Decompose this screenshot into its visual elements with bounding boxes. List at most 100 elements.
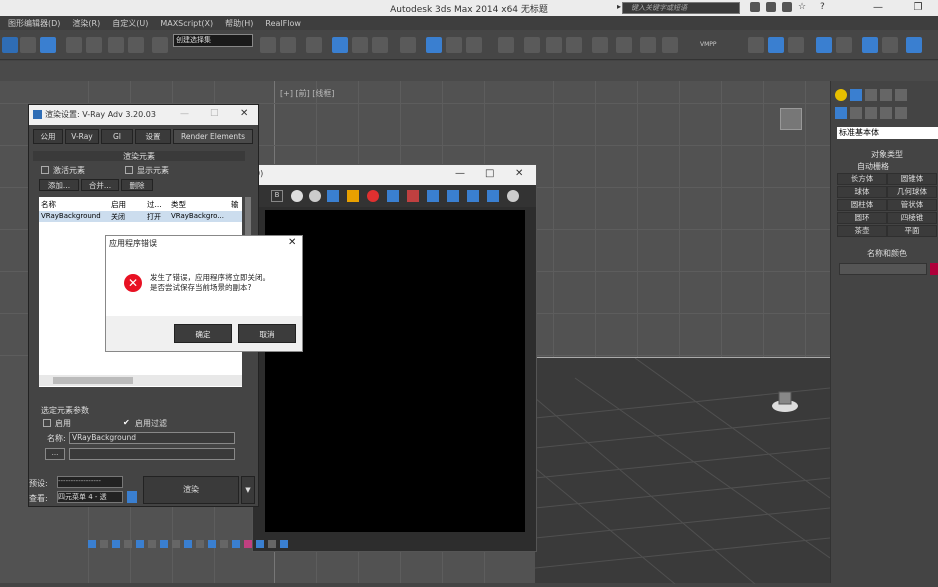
frame-close-button[interactable]: ✕ (515, 168, 523, 179)
curve-editor-icon[interactable] (332, 37, 348, 53)
render-setup-minimize[interactable]: — (180, 109, 189, 119)
tool-8-icon[interactable] (906, 37, 922, 53)
render-elements-header[interactable]: 渲染元素 (33, 151, 245, 161)
render-button[interactable]: 渲染 (143, 476, 239, 504)
viewport-label[interactable]: [+] [前] [线框] (280, 88, 335, 99)
mirror-icon[interactable] (260, 37, 276, 53)
create-tab-icon[interactable] (850, 89, 862, 101)
render-setup-close[interactable]: ✕ (240, 108, 248, 119)
tool-6-icon[interactable] (862, 37, 878, 53)
scroll-thumb[interactable] (53, 377, 133, 384)
motion-tab-icon[interactable] (895, 89, 907, 101)
star-icon[interactable]: ☆ (798, 2, 808, 12)
schematic-icon[interactable] (352, 37, 368, 53)
tube-button[interactable]: 管状体 (887, 199, 937, 211)
tab-gi[interactable]: GI (101, 129, 133, 144)
open-image-icon[interactable] (347, 190, 359, 202)
merge-element-button[interactable]: 合并... (81, 179, 119, 191)
object-category-dropdown[interactable]: 标准基本体 (837, 127, 938, 139)
stop-icon[interactable] (367, 190, 379, 202)
vray-fur-icon[interactable] (592, 37, 608, 53)
vray-sun-icon[interactable] (546, 37, 562, 53)
helpers-icon[interactable] (895, 107, 907, 119)
cancel-button[interactable]: 取消 (238, 324, 296, 343)
modify-tab-icon[interactable] (865, 89, 877, 101)
box-button[interactable]: 长方体 (837, 173, 887, 185)
add-element-button[interactable]: 添加... (39, 179, 79, 191)
name-color-header[interactable]: 名称和颜色 (837, 248, 937, 260)
vmpp-button[interactable]: VMPP (700, 41, 717, 48)
spinner-snap-icon[interactable] (128, 37, 144, 53)
b-channel-icon[interactable]: B (271, 190, 283, 202)
align-icon[interactable] (280, 37, 296, 53)
render-dropdown-arrow[interactable]: ▼ (241, 476, 255, 504)
frame-maximize-button[interactable]: □ (485, 168, 494, 179)
shapes-icon[interactable] (850, 107, 862, 119)
render-setup-maximize[interactable]: □ (210, 108, 219, 118)
plane-button[interactable]: 平面 (887, 225, 937, 237)
output-path-field[interactable] (69, 448, 235, 460)
tab-render-elements[interactable]: Render Elements (173, 129, 253, 144)
menu-realflow[interactable]: RealFlow (265, 19, 301, 28)
region-icon[interactable] (387, 190, 399, 202)
enable-filter-checkbox[interactable]: ✔ (123, 418, 132, 427)
tool-5-icon[interactable] (836, 37, 852, 53)
vray-icon[interactable] (498, 37, 514, 53)
element-name-field[interactable]: VRayBackground (69, 432, 235, 444)
geometry-icon[interactable] (835, 107, 847, 119)
hierarchy-tab-icon[interactable] (880, 89, 892, 101)
help-icon[interactable]: ? (820, 2, 830, 12)
move-icon[interactable] (20, 37, 36, 53)
pyramid-button[interactable]: 四棱锥 (887, 212, 937, 224)
cylinder-button[interactable]: 圆柱体 (837, 199, 887, 211)
menu-customize[interactable]: 自定义(U) (112, 18, 148, 29)
cameras-icon[interactable] (880, 107, 892, 119)
render-iterative-icon[interactable] (466, 37, 482, 53)
horizontal-scrollbar[interactable] (39, 375, 242, 386)
render-icon[interactable] (446, 37, 462, 53)
mono-icon[interactable] (291, 190, 303, 202)
vray-light-icon[interactable] (524, 37, 540, 53)
preset-dropdown[interactable]: ----------------- (57, 476, 123, 488)
tool-3-icon[interactable] (788, 37, 804, 53)
enable-checkbox[interactable] (43, 419, 51, 427)
search-input[interactable]: 键入关键字或短语 (622, 2, 740, 14)
rotate-icon[interactable] (40, 37, 56, 53)
tab-vray[interactable]: V-Ray (65, 129, 99, 144)
menu-rendering[interactable]: 渲染(R) (72, 18, 100, 29)
edit-named-sel-icon[interactable] (152, 37, 168, 53)
list-item[interactable]: VRayBackground 关闭 打开 VRayBackgro... (39, 211, 242, 222)
lock-view-icon[interactable] (127, 491, 137, 503)
cart-icon[interactable] (782, 2, 792, 12)
vray-sphere-icon[interactable] (662, 37, 678, 53)
col-name[interactable]: 名称 (41, 199, 56, 210)
vray-proxy-icon[interactable] (616, 37, 632, 53)
material-editor-icon[interactable] (372, 37, 388, 53)
menu-help[interactable]: 帮助(H) (225, 18, 253, 29)
col-enabled[interactable]: 启用 (111, 199, 126, 210)
tab-common[interactable]: 公用 (33, 129, 63, 144)
history-icon[interactable] (447, 190, 459, 202)
vray-plane-icon[interactable] (640, 37, 656, 53)
lights-icon[interactable] (865, 107, 877, 119)
settings-icon[interactable] (487, 190, 499, 202)
render-setup-icon[interactable] (400, 37, 416, 53)
tool-4-icon[interactable] (816, 37, 832, 53)
col-filter[interactable]: 过... (147, 199, 162, 210)
key-icon[interactable] (766, 2, 776, 12)
object-name-field[interactable] (839, 263, 927, 275)
selected-element-params-header[interactable]: 选定元素参数 (41, 405, 89, 416)
select-icon[interactable] (2, 37, 18, 53)
view-dropdown[interactable]: 四元菜单 4 - 透 (57, 491, 123, 503)
tool-2-icon[interactable] (768, 37, 784, 53)
layer-icon[interactable] (306, 37, 322, 53)
col-type[interactable]: 类型 (171, 199, 186, 210)
menu-graph-editors[interactable]: 图形编辑器(D) (8, 18, 60, 29)
autogrid-checkbox[interactable]: 自动栅格 (837, 161, 937, 173)
delete-element-button[interactable]: 删除 (121, 179, 153, 191)
geosphere-button[interactable]: 几何球体 (887, 186, 937, 198)
perspective-viewport[interactable] (534, 357, 831, 585)
save-image-icon[interactable] (327, 190, 339, 202)
frame-canvas[interactable] (265, 210, 525, 532)
tool-1-icon[interactable] (748, 37, 764, 53)
